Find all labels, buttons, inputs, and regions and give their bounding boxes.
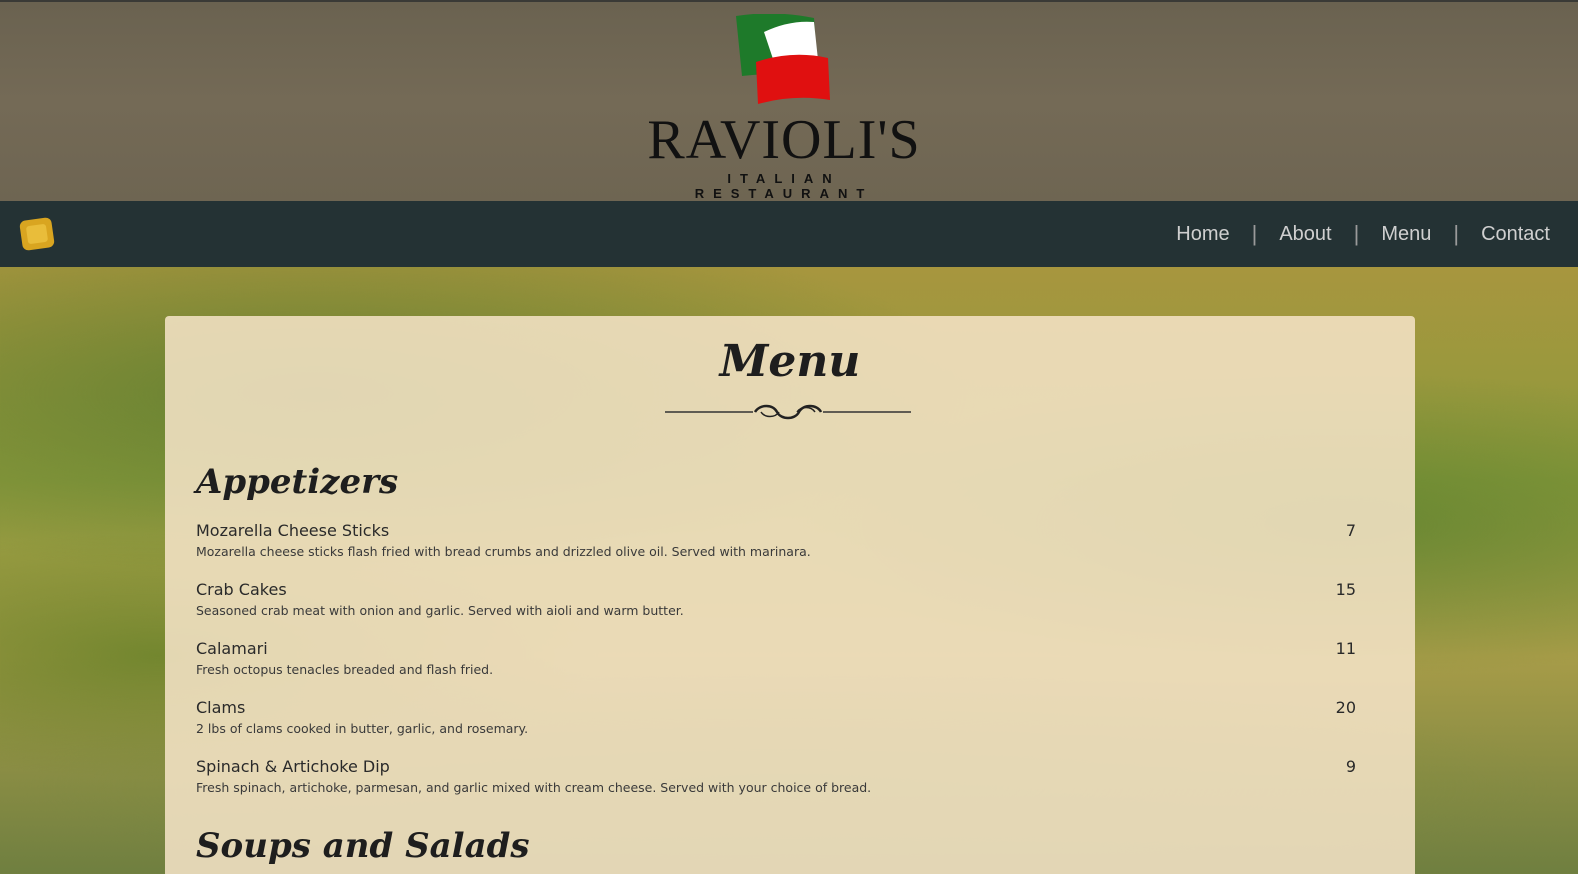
brand-name: RAVIOLI'S [647, 109, 921, 171]
nav-about-link[interactable]: About [1279, 223, 1331, 246]
brand-tagline: ITALIAN RESTAURANT [694, 171, 874, 201]
item-price: 11 [1335, 639, 1356, 658]
item-name: Mozarella Cheese Sticks [196, 521, 390, 540]
item-price: 9 [1345, 757, 1356, 776]
item-name: Calamari [196, 639, 268, 658]
item-description: Mozarella cheese sticks flash fried with… [196, 544, 811, 559]
item-description: 2 lbs of clams cooked in butter, garlic,… [196, 721, 529, 736]
ravioli-icon[interactable] [16, 215, 58, 253]
item-price: 7 [1345, 521, 1356, 540]
site-header: RAVIOLI'S ITALIAN RESTAURANT [0, 0, 1578, 201]
item-name: Clams [196, 698, 246, 717]
ornament-divider-icon [665, 404, 911, 420]
menu-item: Calamari 11 Fresh octopus tenacles bread… [196, 639, 1356, 677]
item-description: Fresh spinach, artichoke, parmesan, and … [196, 780, 872, 795]
menu-item: Spinach & Artichoke Dip 9 Fresh spinach,… [196, 757, 1356, 795]
menu-title: Menu [719, 336, 861, 387]
nav-separator: | [1353, 221, 1360, 246]
nav-contact-link[interactable]: Contact [1481, 223, 1550, 246]
section-title-soups-salads: Soups and Salads [196, 826, 530, 866]
item-description: Seasoned crab meat with onion and garlic… [196, 603, 684, 618]
item-name: Spinach & Artichoke Dip [196, 757, 390, 776]
nav-links: Home | About | Menu | Contact [1176, 201, 1550, 267]
nav-home-link[interactable]: Home [1176, 223, 1229, 246]
item-name: Crab Cakes [196, 580, 287, 599]
menu-item: Mozarella Cheese Sticks 7 Mozarella chee… [196, 521, 1356, 559]
item-price: 15 [1335, 580, 1356, 599]
nav-separator: | [1453, 221, 1460, 246]
item-price: 20 [1335, 698, 1356, 717]
italian-flag-icon [736, 14, 830, 104]
site-logo[interactable]: RAVIOLI'S ITALIAN RESTAURANT [634, 14, 934, 201]
menu-card: Menu Appetizers Mozarella Cheese Sticks … [165, 316, 1415, 874]
menu-item: Clams 20 2 lbs of clams cooked in butter… [196, 698, 1356, 736]
nav-menu-link[interactable]: Menu [1381, 223, 1431, 246]
nav-separator: | [1251, 221, 1258, 246]
item-description: Fresh octopus tenacles breaded and flash… [196, 662, 494, 677]
section-title-appetizers: Appetizers [196, 462, 399, 502]
menu-item: Crab Cakes 15 Seasoned crab meat with on… [196, 580, 1356, 618]
